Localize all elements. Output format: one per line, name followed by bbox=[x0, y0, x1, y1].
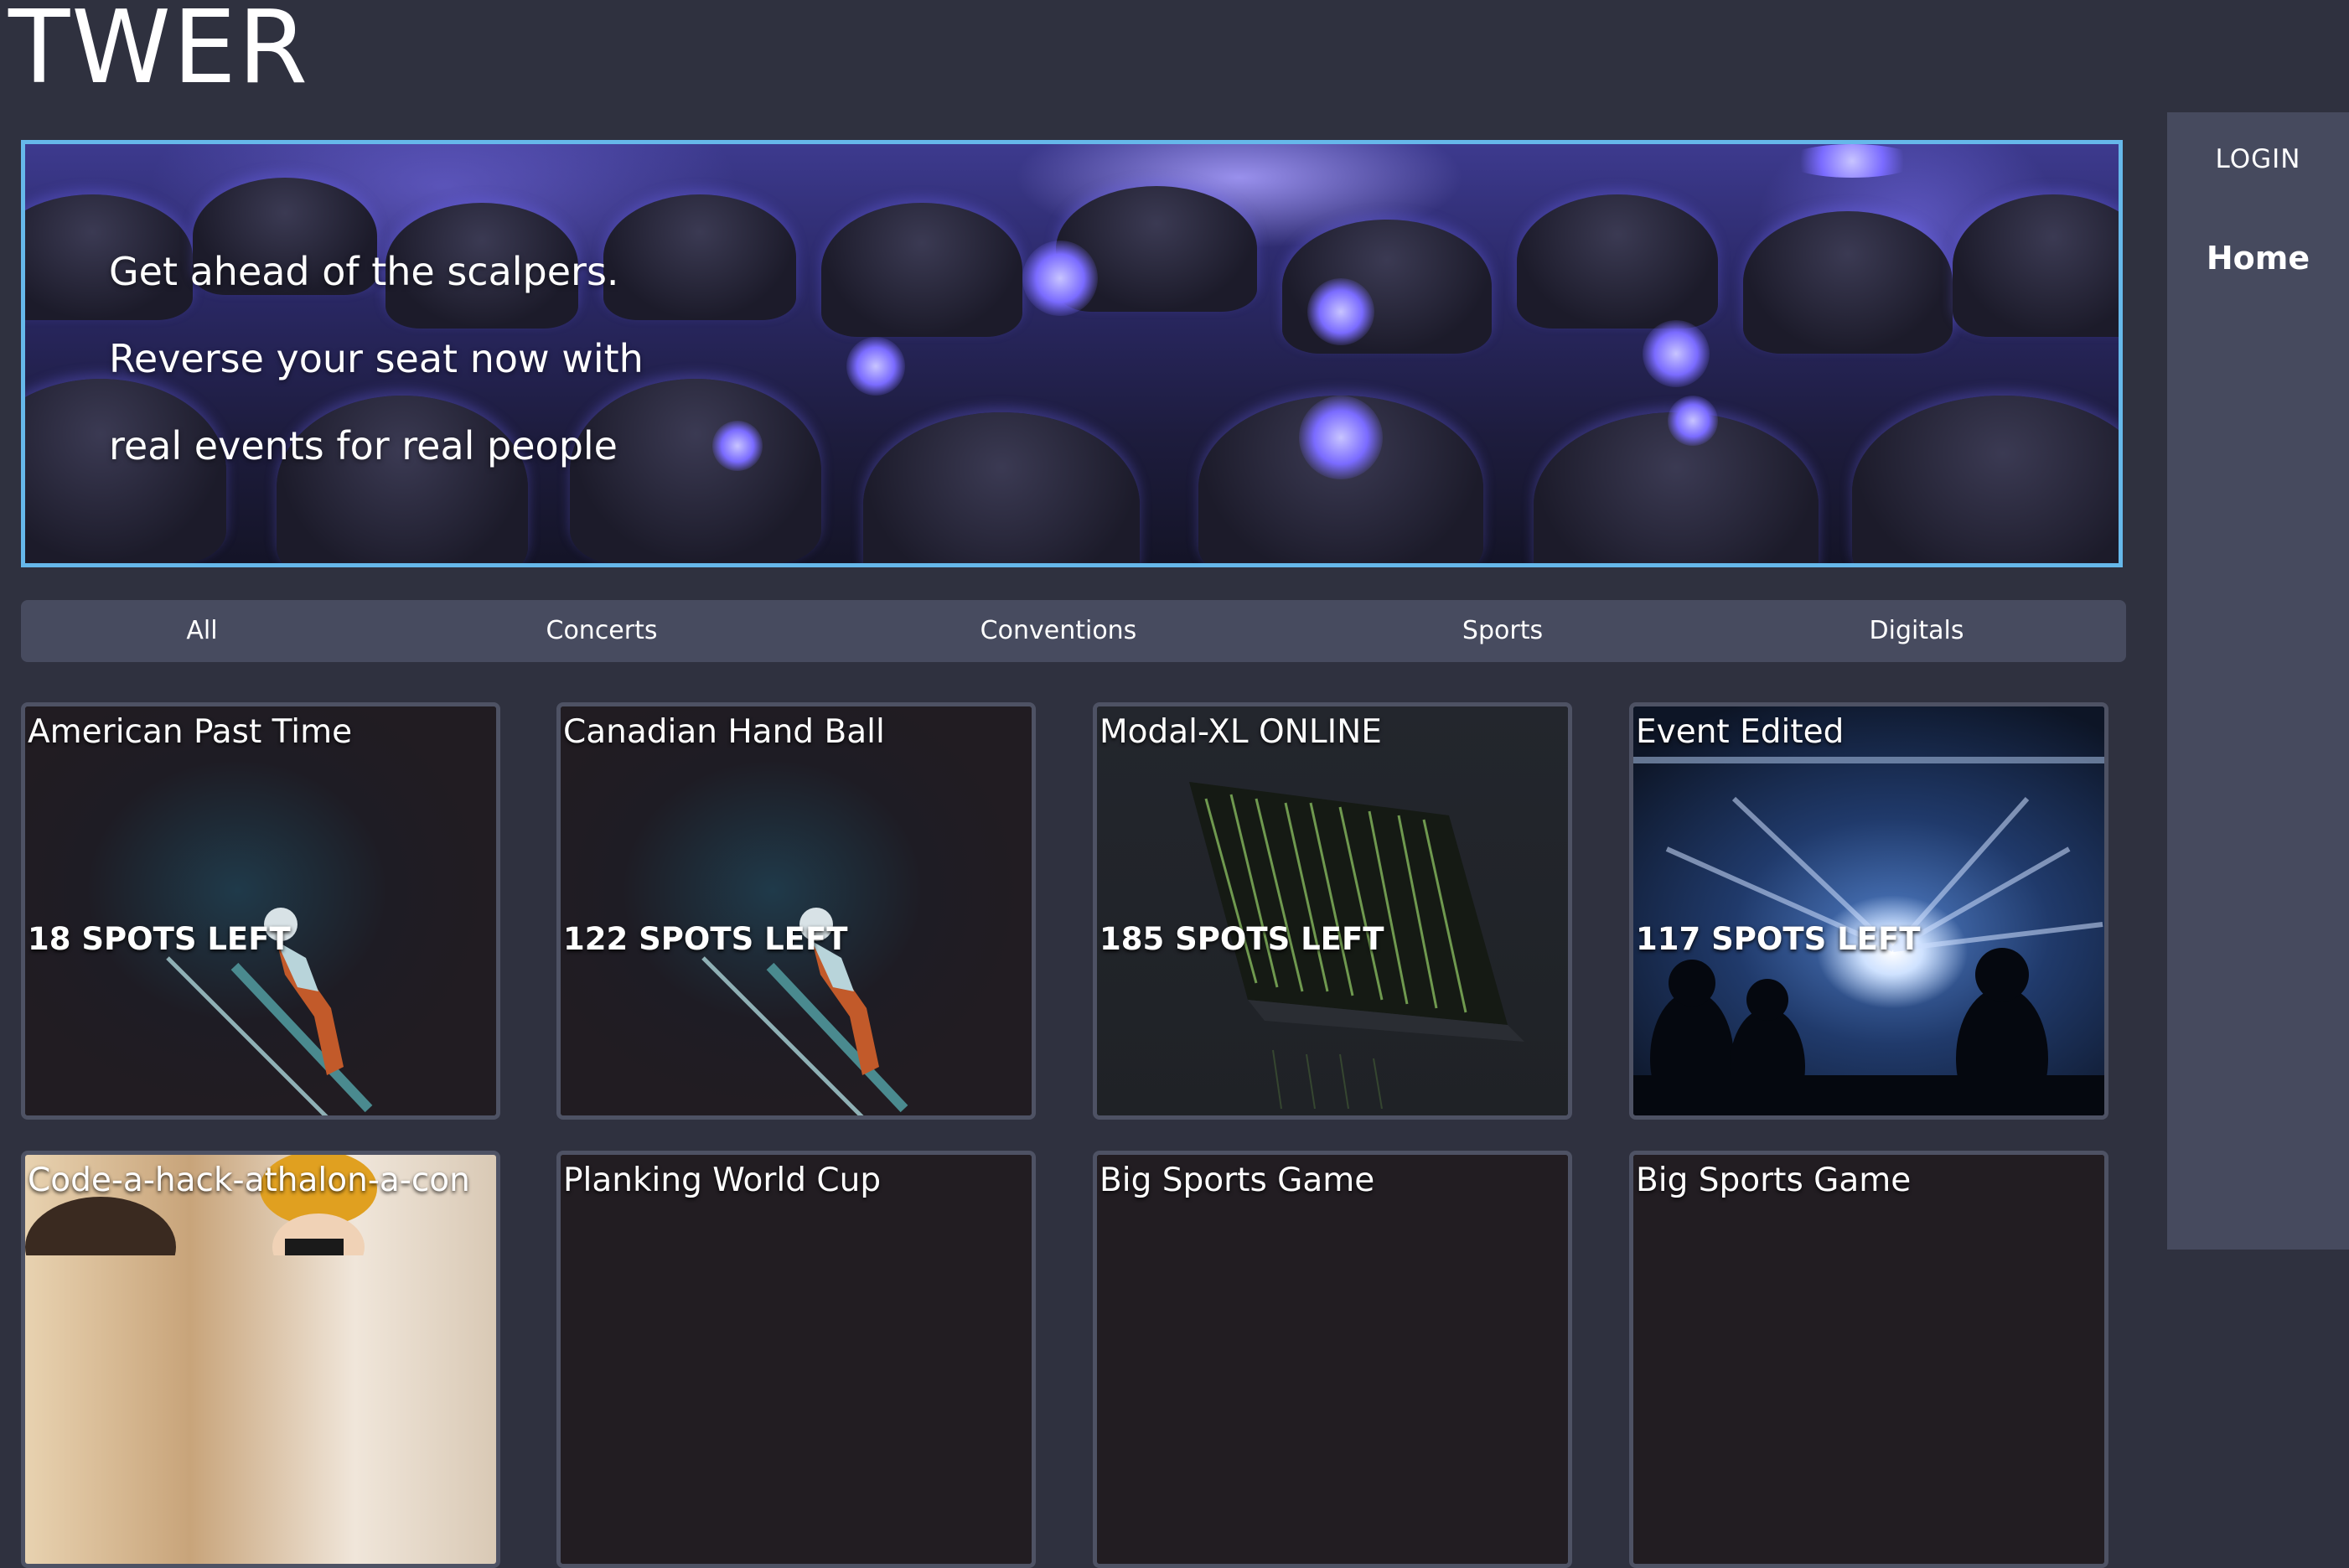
seat-shape bbox=[1517, 194, 1718, 329]
seat-shape bbox=[1743, 211, 1953, 354]
hero-line: real events for real people bbox=[109, 423, 618, 468]
event-card[interactable]: Modal-XL ONLINE 185 SPOTS LEFT bbox=[1093, 702, 1572, 1120]
spots-left: 185 SPOTS LEFT bbox=[1099, 921, 1384, 957]
event-title: Planking World Cup bbox=[563, 1162, 882, 1199]
seat-shape bbox=[821, 203, 1022, 337]
ski-jumper-icon bbox=[701, 908, 908, 1115]
hero-line: Get ahead of the scalpers. bbox=[109, 249, 619, 294]
app-logo: TWER bbox=[8, 0, 310, 106]
tab-all[interactable]: All bbox=[186, 600, 217, 662]
event-title: Code-a-hack-athalon-a-con bbox=[28, 1162, 470, 1199]
stage-light bbox=[846, 337, 905, 396]
tab-concerts[interactable]: Concerts bbox=[546, 600, 658, 662]
stage-light bbox=[1307, 278, 1374, 345]
event-card[interactable]: Event Edited 117 SPOTS LEFT bbox=[1629, 702, 2108, 1120]
sidebar: LOGIN Home bbox=[2167, 112, 2349, 1250]
hero-text: Get ahead of the scalpers. Reverse your … bbox=[109, 228, 644, 489]
stage-light bbox=[1643, 320, 1710, 387]
event-card[interactable]: American Past Time 18 SPOTS LEFT bbox=[21, 702, 500, 1120]
seat-shape bbox=[1953, 194, 2119, 337]
tab-digitals[interactable]: Digitals bbox=[1870, 600, 1964, 662]
ski-jumper-icon bbox=[166, 908, 373, 1115]
event-image bbox=[1097, 1155, 1568, 1564]
stage-light bbox=[1022, 241, 1098, 316]
spots-left: 122 SPOTS LEFT bbox=[563, 921, 848, 957]
tab-conventions[interactable]: Conventions bbox=[980, 600, 1137, 662]
event-card[interactable]: Big Sports Game bbox=[1629, 1151, 2108, 1568]
event-title: Modal-XL ONLINE bbox=[1099, 713, 1382, 751]
event-card[interactable]: Big Sports Game bbox=[1093, 1151, 1572, 1568]
stage-light bbox=[712, 421, 763, 471]
seat-shape bbox=[1282, 220, 1492, 354]
category-tabs: All Concerts Conventions Sports Digitals bbox=[21, 600, 2126, 662]
event-card[interactable]: Canadian Hand Ball 122 SPOTS LEFT bbox=[556, 702, 1036, 1120]
tab-sports[interactable]: Sports bbox=[1462, 600, 1543, 662]
stage-light bbox=[1785, 144, 1919, 178]
seat-shape bbox=[1852, 396, 2119, 563]
event-title: Event Edited bbox=[1636, 713, 1845, 751]
spots-left: 117 SPOTS LEFT bbox=[1636, 921, 1921, 957]
event-card[interactable]: Code-a-hack-athalon-a-con bbox=[21, 1151, 500, 1568]
spots-left: 18 SPOTS LEFT bbox=[28, 921, 291, 957]
event-title: Canadian Hand Ball bbox=[563, 713, 885, 751]
hero-line: Reverse your seat now with bbox=[109, 336, 644, 381]
event-title: American Past Time bbox=[28, 713, 353, 751]
home-link[interactable]: Home bbox=[2167, 240, 2349, 277]
stage-light bbox=[1299, 396, 1383, 479]
event-title: Big Sports Game bbox=[1099, 1162, 1375, 1199]
hero-banner: Get ahead of the scalpers. Reverse your … bbox=[21, 140, 2123, 567]
event-image bbox=[561, 1155, 1032, 1564]
event-card[interactable]: Planking World Cup bbox=[556, 1151, 1036, 1568]
event-title: Big Sports Game bbox=[1636, 1162, 1912, 1199]
seat-shape bbox=[863, 412, 1140, 563]
event-image bbox=[1633, 1155, 2104, 1564]
concert-stage-icon bbox=[1633, 757, 2104, 1115]
stage-light bbox=[1668, 396, 1718, 446]
login-link[interactable]: LOGIN bbox=[2167, 144, 2349, 174]
